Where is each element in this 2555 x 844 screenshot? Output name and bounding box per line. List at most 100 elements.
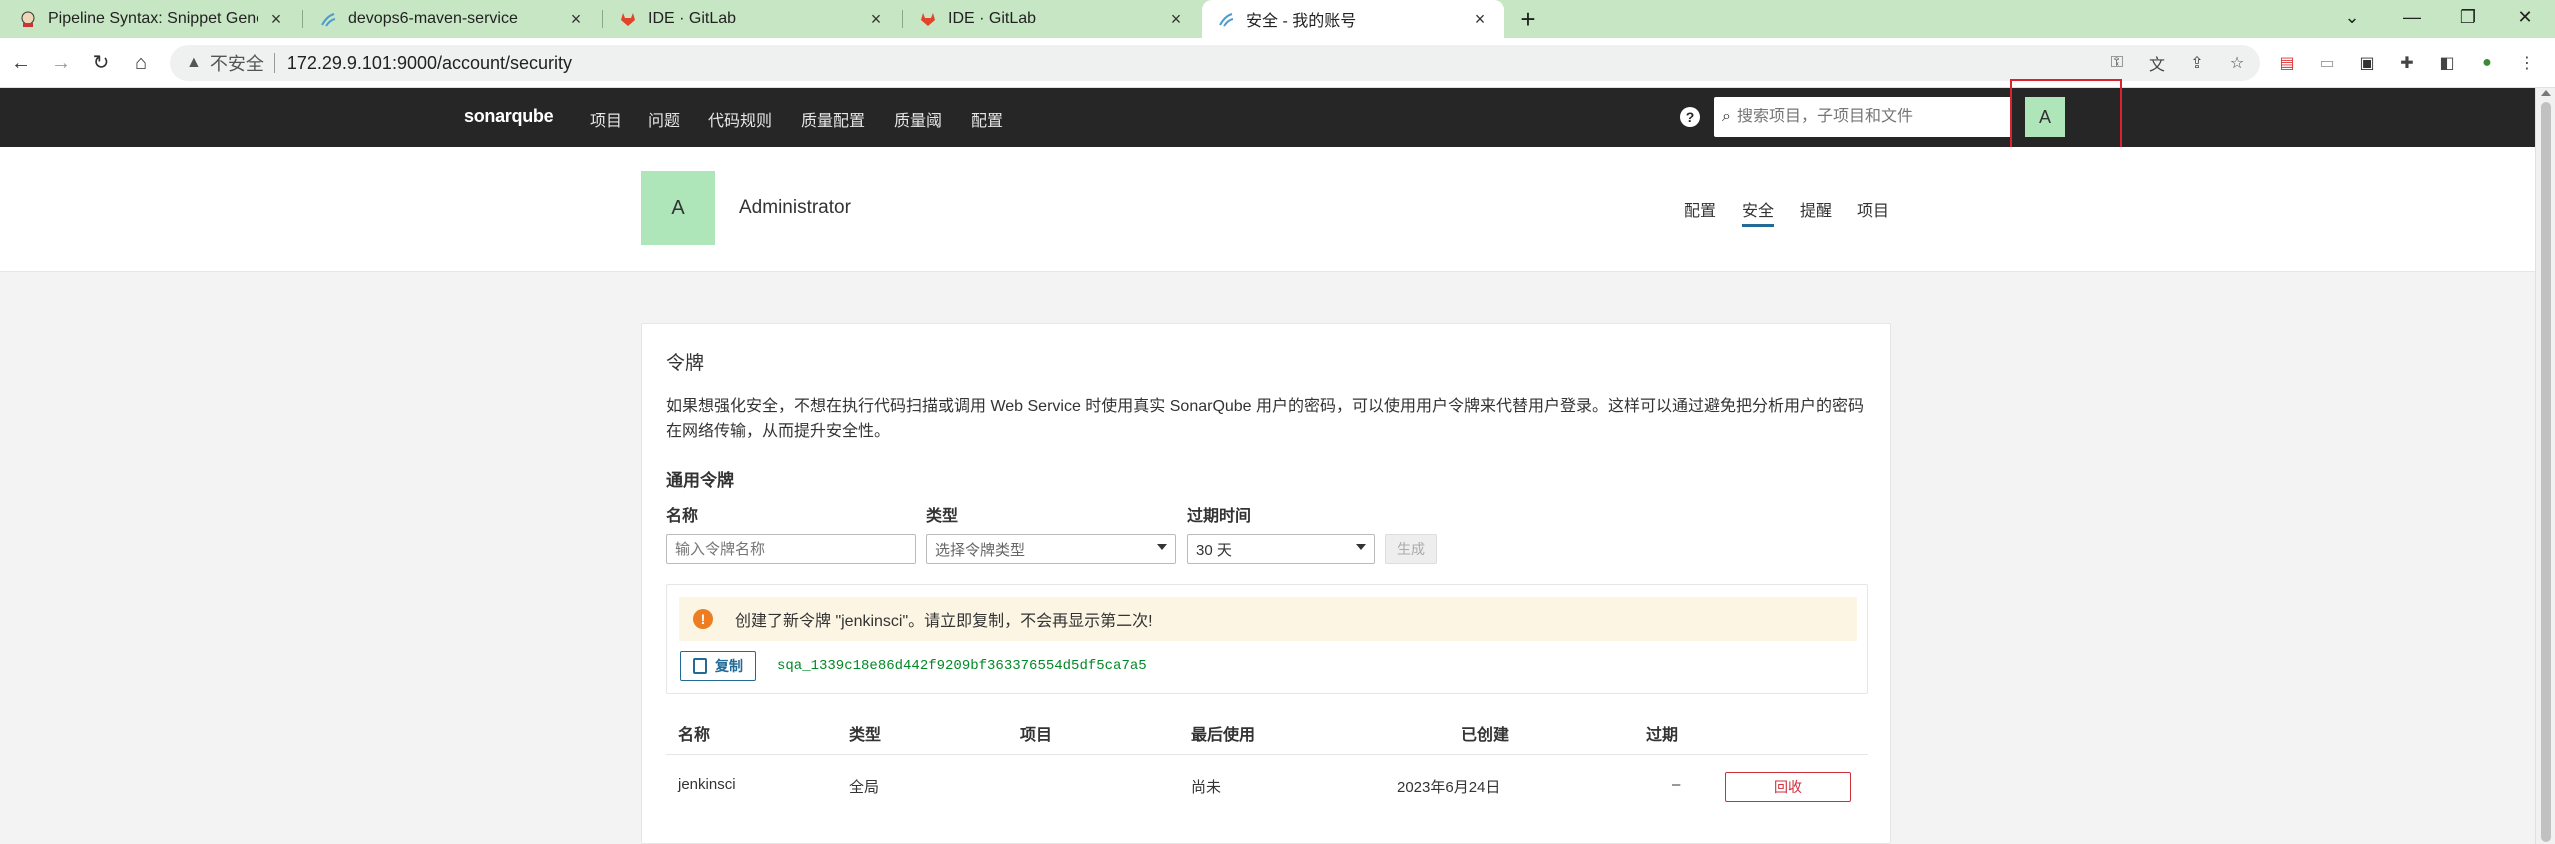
token-row-expiry: – <box>1672 776 1681 793</box>
tokens-title: 令牌 <box>666 353 705 374</box>
help-icon[interactable]: ? <box>1680 107 1700 127</box>
restore-icon[interactable]: ❐ <box>2438 0 2498 38</box>
token-type-value: 选择令牌类型 <box>935 541 1026 559</box>
account-name: Administrator <box>739 197 851 218</box>
token-row-type: 全局 <box>849 779 880 796</box>
type-label: 类型 <box>926 508 959 525</box>
sonarqube-icon <box>1216 9 1236 29</box>
scrollbar-thumb[interactable] <box>2541 102 2551 842</box>
section-title: 通用令牌 <box>666 471 734 490</box>
account-header: A Administrator 配置 安全 提醒 项目 <box>0 147 2535 272</box>
token-row-created: 2023年6月24日 <box>1397 779 1501 796</box>
close-icon[interactable]: × <box>1470 9 1490 30</box>
search-box[interactable]: ⌕ <box>1714 97 2012 137</box>
sonarqube-logo[interactable]: sonarqube <box>464 106 554 127</box>
jenkins-icon <box>18 9 38 29</box>
scroll-up-icon[interactable] <box>2541 90 2551 96</box>
nav-item-administration[interactable]: 配置 <box>971 107 1003 131</box>
table-header-type: 类型 <box>849 727 882 744</box>
token-name-input[interactable] <box>666 534 916 564</box>
search-input[interactable] <box>1736 108 1987 126</box>
copy-button[interactable]: 复制 <box>680 651 756 681</box>
token-row-name: jenkinsci <box>678 776 736 793</box>
caret-down-icon <box>1157 544 1167 550</box>
close-icon[interactable]: × <box>1166 9 1186 30</box>
page-scrollbar[interactable] <box>2535 88 2555 844</box>
insecure-label[interactable]: 不安全 <box>210 50 264 76</box>
table-header-last-used: 最后使用 <box>1191 727 1256 744</box>
name-label: 名称 <box>666 508 699 525</box>
star-icon[interactable]: ☆ <box>2225 51 2249 75</box>
caret-down-icon <box>1356 544 1366 550</box>
expiry-select[interactable]: 30 天 <box>1187 534 1375 564</box>
close-window-icon[interactable]: ✕ <box>2495 0 2555 38</box>
back-icon[interactable]: ← <box>8 50 34 76</box>
browser-tab[interactable]: Pipeline Syntax: Snippet Gener × <box>4 0 300 38</box>
nav-item-issues[interactable]: 问题 <box>648 107 680 131</box>
browser-tab[interactable]: IDE · GitLab × <box>904 0 1200 38</box>
nav-item-quality-profiles[interactable]: 质量配置 <box>801 107 865 131</box>
translate-icon[interactable]: 文 <box>2145 51 2169 75</box>
table-header-name: 名称 <box>678 727 711 744</box>
browser-tab[interactable]: IDE · GitLab × <box>604 0 900 38</box>
browser-tab[interactable]: devops6-maven-service × <box>304 0 600 38</box>
tokens-description: 如果想强化安全，不想在执行代码扫描或调用 Web Service 时使用真实 S… <box>666 398 1865 440</box>
menu-icon[interactable]: ⋮ <box>2515 51 2539 75</box>
tab-title: Pipeline Syntax: Snippet Gener <box>48 10 258 27</box>
token-row-last-used: 尚未 <box>1191 779 1222 796</box>
token-type-select[interactable]: 选择令牌类型 <box>926 534 1176 564</box>
share-icon[interactable]: ⇪ <box>2185 51 2209 75</box>
nav-item-quality-gates[interactable]: 质量阈 <box>894 107 942 131</box>
expiry-label: 过期时间 <box>1187 508 1252 525</box>
sonarqube-icon <box>318 9 338 29</box>
new-tab-icon[interactable]: + <box>1513 4 1543 34</box>
close-icon[interactable]: × <box>566 9 586 30</box>
close-icon[interactable]: × <box>866 9 886 30</box>
close-icon[interactable]: × <box>266 9 286 30</box>
minimize-icon[interactable]: — <box>2382 0 2442 38</box>
table-divider <box>666 754 1868 755</box>
tokens-panel: 令牌 如果想强化安全，不想在执行代码扫描或调用 Web Service 时使用真… <box>641 323 1891 844</box>
tab-title: IDE · GitLab <box>648 10 737 27</box>
gitlab-icon <box>618 9 638 29</box>
extension-icon[interactable]: ▤ <box>2275 51 2299 75</box>
new-token-alert: ! 创建了新令牌 "jenkinsci"。请立即复制，不会再显示第二次! <box>679 597 1857 641</box>
tab-projects[interactable]: 项目 <box>1857 197 1889 221</box>
tab-security[interactable]: 安全 <box>1742 197 1775 227</box>
address-bar[interactable]: ▲ 不安全 172.29.9.101:9000/account/security <box>170 45 2260 81</box>
browser-tabstrip: Pipeline Syntax: Snippet Gener × devops6… <box>0 0 2555 38</box>
tab-divider <box>902 10 903 28</box>
nav-item-projects[interactable]: 项目 <box>590 107 622 131</box>
chevron-down-icon[interactable]: ⌄ <box>2322 0 2382 38</box>
profile-icon[interactable]: ● <box>2475 51 2499 75</box>
sidebar-icon[interactable]: ◧ <box>2435 51 2459 75</box>
tab-profile[interactable]: 配置 <box>1684 197 1716 221</box>
account-avatar: A <box>641 171 715 245</box>
tab-title: devops6-maven-service <box>348 10 518 27</box>
puzzle-icon[interactable]: ✚ <box>2395 51 2419 75</box>
expiry-value: 30 天 <box>1196 541 1232 559</box>
revoke-button[interactable]: 回收 <box>1725 772 1851 802</box>
address-divider <box>273 53 275 73</box>
sonar-navbar: sonarqube 项目 问题 代码规则 质量配置 质量阈 配置 ? ⌕ A <box>0 88 2535 147</box>
extension-icon[interactable]: ▣ <box>2355 51 2379 75</box>
table-header-created: 已创建 <box>1461 727 1510 744</box>
home-icon[interactable]: ⌂ <box>128 50 154 76</box>
token-value[interactable]: sqa_1339c18e86d442f9209bf363376554d5df5c… <box>777 658 1147 674</box>
alert-text: 创建了新令牌 "jenkinsci"。请立即复制，不会再显示第二次! <box>735 613 1153 630</box>
url-text[interactable]: 172.29.9.101:9000/account/security <box>287 53 572 74</box>
nav-item-rules[interactable]: 代码规则 <box>708 107 772 131</box>
reload-icon[interactable]: ↻ <box>88 50 114 76</box>
extension-icon[interactable]: ▭ <box>2315 51 2339 75</box>
tab-notifications[interactable]: 提醒 <box>1800 197 1832 221</box>
warning-icon[interactable]: ▲ <box>186 54 202 72</box>
key-icon[interactable]: ⚿ <box>2105 51 2129 75</box>
new-token-box: ! 创建了新令牌 "jenkinsci"。请立即复制，不会再显示第二次! 复制 … <box>666 584 1868 694</box>
generate-button[interactable]: 生成 <box>1385 534 1437 564</box>
forward-icon[interactable]: → <box>48 50 74 76</box>
warning-icon: ! <box>693 609 713 629</box>
tab-title: IDE · GitLab <box>948 10 1037 27</box>
tab-divider <box>602 10 603 28</box>
browser-tab-active[interactable]: 安全 - 我的账号 × <box>1202 0 1504 38</box>
browser-toolbar: ← → ↻ ⌂ ▲ 不安全 172.29.9.101:9000/account/… <box>0 38 2555 88</box>
